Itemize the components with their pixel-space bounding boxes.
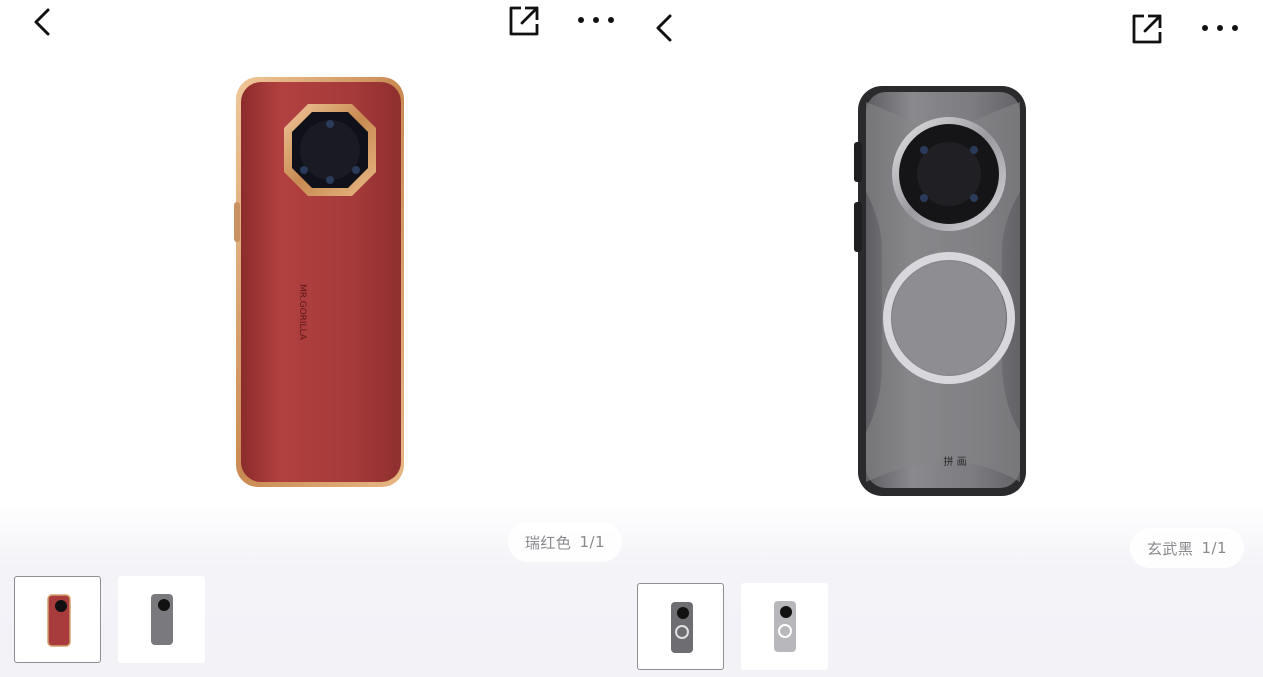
case-brand-text: MR.GORILLA — [297, 284, 307, 341]
color-label-text: 玄武黑 — [1146, 539, 1194, 558]
share-external-icon[interactable] — [507, 4, 541, 38]
thumbnail-black-case[interactable] — [637, 583, 724, 670]
thumbnail-silver-case[interactable] — [741, 583, 828, 670]
more-horizontal-icon[interactable] — [576, 14, 616, 26]
share-external-icon[interactable] — [1130, 12, 1164, 46]
screenshot-root: MR.GORILLA 瑞红色 1/1 拼 画 玄武黑 1/1 — [0, 0, 1263, 677]
image-counter: 1/1 — [1201, 539, 1228, 557]
color-label-badge: 瑞红色 1/1 — [508, 522, 622, 562]
thumbnail-red-case-image — [47, 594, 71, 647]
product-gallery-right: 拼 画 玄武黑 1/1 — [628, 0, 1263, 677]
thumbnail-red-case[interactable] — [14, 576, 101, 663]
thumbnail-black-case-image — [671, 602, 693, 653]
chevron-left-icon[interactable] — [652, 10, 680, 46]
color-label-text: 瑞红色 — [524, 533, 572, 552]
thumbnail-black-case[interactable] — [118, 576, 205, 663]
product-gallery-left: MR.GORILLA 瑞红色 1/1 — [0, 0, 628, 677]
color-label-badge: 玄武黑 1/1 — [1130, 528, 1244, 568]
more-horizontal-icon[interactable] — [1200, 22, 1240, 34]
product-image-black-case[interactable]: 拼 画 — [852, 82, 1032, 500]
product-image-red-case[interactable]: MR.GORILLA — [226, 72, 416, 492]
case-brand-text: 拼 画 — [943, 455, 966, 468]
thumbnail-silver-case-image — [774, 601, 796, 652]
chevron-left-icon[interactable] — [30, 4, 58, 40]
thumbnail-black-case-image — [151, 594, 173, 645]
image-counter: 1/1 — [579, 533, 606, 551]
